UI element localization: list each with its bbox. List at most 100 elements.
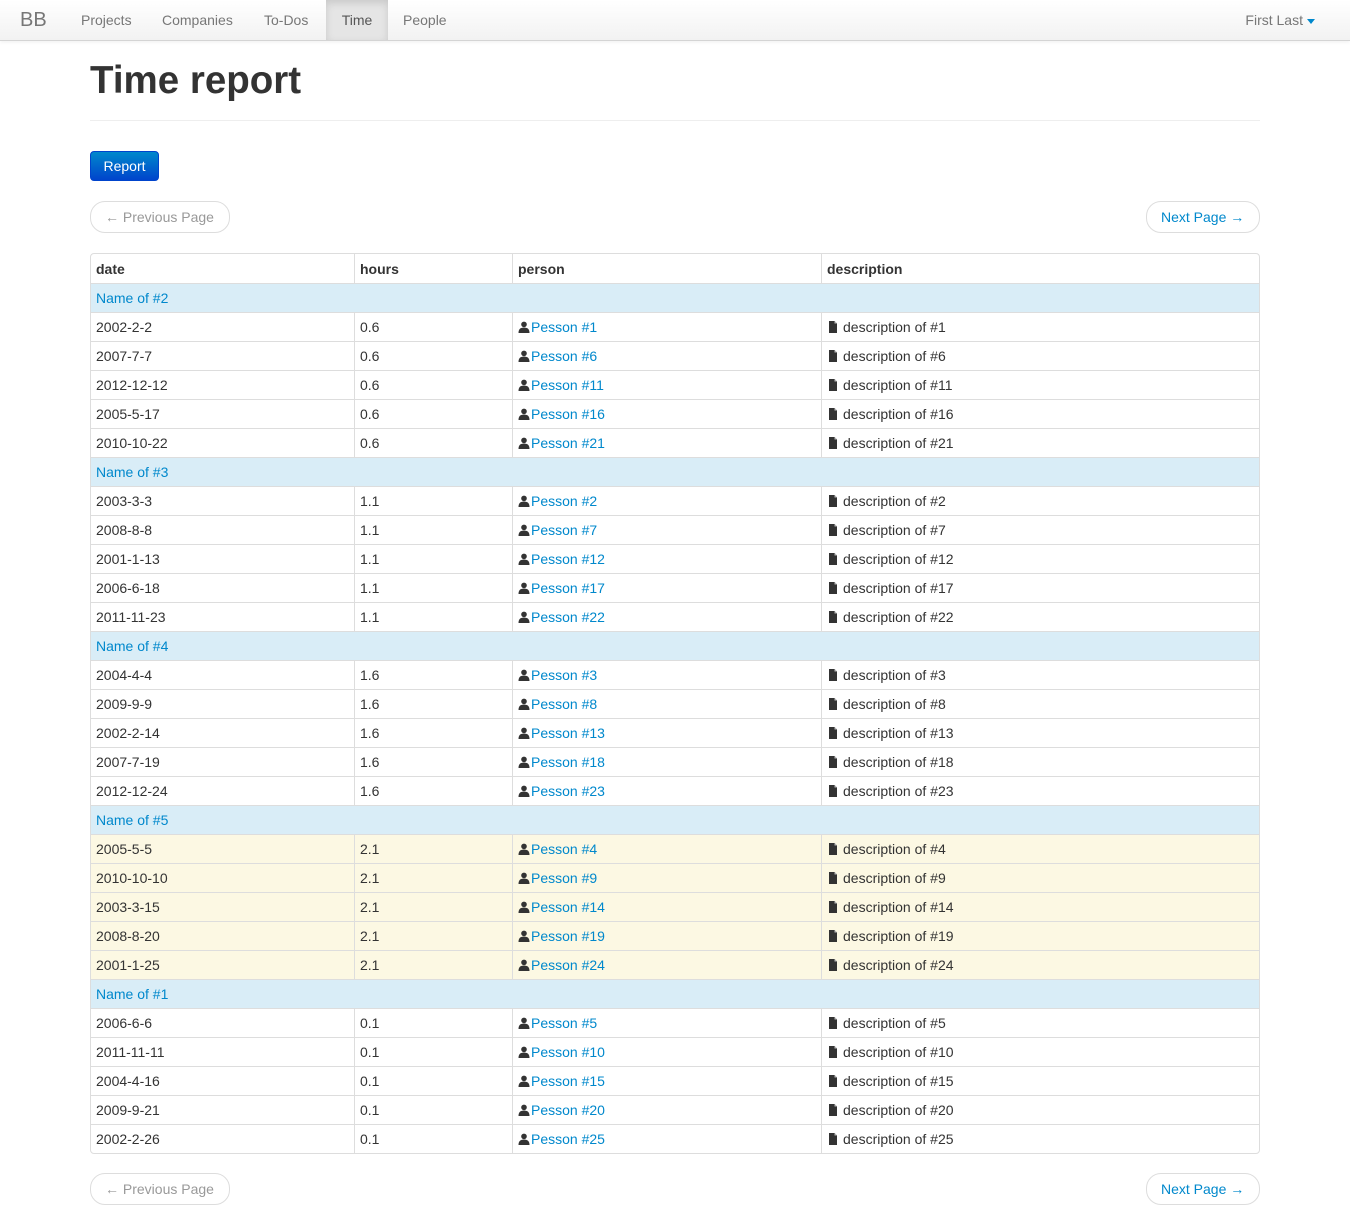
- person-link[interactable]: Pesson #20: [531, 1102, 605, 1118]
- description-text: description of #16: [843, 406, 954, 422]
- person-link[interactable]: Pesson #1: [531, 319, 597, 335]
- description-cell: description of #10: [821, 1037, 1259, 1066]
- person-link[interactable]: Pesson #3: [531, 667, 597, 683]
- person-cell: Pesson #19: [512, 921, 821, 950]
- previous-page-button-bottom[interactable]: ← Previous Page: [90, 1173, 230, 1205]
- person-link[interactable]: Pesson #24: [531, 957, 605, 973]
- date-cell: 2012-12-24: [91, 776, 354, 805]
- hours-cell: 1.6: [354, 689, 512, 718]
- person-link[interactable]: Pesson #14: [531, 899, 605, 915]
- date-cell: 2003-3-15: [91, 892, 354, 921]
- date-cell: 2002-2-26: [91, 1124, 354, 1153]
- description-cell: description of #19: [821, 921, 1259, 950]
- table-row: 2012-12-12 0.6 Pesson #11 description of #1…: [91, 370, 1259, 399]
- table-row: 2001-1-25 2.1 Pesson #24 description of #24: [91, 950, 1259, 979]
- person-link[interactable]: Pesson #17: [531, 580, 605, 596]
- description-text: description of #7: [843, 522, 946, 538]
- file-icon: [827, 666, 839, 681]
- file-icon: [827, 521, 839, 536]
- person-link[interactable]: Pesson #22: [531, 609, 605, 625]
- person-link[interactable]: Pesson #9: [531, 870, 597, 886]
- person-cell: Pesson #9: [512, 863, 821, 892]
- description-text: description of #9: [843, 870, 946, 886]
- person-link[interactable]: Pesson #5: [531, 1015, 597, 1031]
- nav-item-people[interactable]: People: [388, 0, 462, 40]
- date-cell: 2003-3-3: [91, 486, 354, 515]
- person-link[interactable]: Pesson #19: [531, 928, 605, 944]
- report-button[interactable]: Report: [90, 151, 159, 181]
- group-name-link[interactable]: Name of #5: [91, 805, 1259, 834]
- date-cell: 2005-5-5: [91, 834, 354, 863]
- person-link[interactable]: Pesson #23: [531, 783, 605, 799]
- user-icon: [518, 405, 530, 420]
- table-row: 2001-1-13 1.1 Pesson #12 description of #12: [91, 544, 1259, 573]
- description-text: description of #12: [843, 551, 954, 567]
- description-text: description of #4: [843, 841, 946, 857]
- nav-item-projects[interactable]: Projects: [66, 0, 147, 40]
- table-row: 2008-8-20 2.1 Pesson #19 description of #19: [91, 921, 1259, 950]
- hours-cell: 1.1: [354, 486, 512, 515]
- file-icon: [827, 579, 839, 594]
- group-name-link[interactable]: Name of #1: [91, 979, 1259, 1008]
- person-link[interactable]: Pesson #16: [531, 406, 605, 422]
- person-link[interactable]: Pesson #6: [531, 348, 597, 364]
- description-text: description of #24: [843, 957, 954, 973]
- person-cell: Pesson #10: [512, 1037, 821, 1066]
- person-link[interactable]: Pesson #8: [531, 696, 597, 712]
- person-link[interactable]: Pesson #18: [531, 754, 605, 770]
- date-cell: 2004-4-4: [91, 660, 354, 689]
- person-cell: Pesson #4: [512, 834, 821, 863]
- person-link[interactable]: Pesson #15: [531, 1073, 605, 1089]
- next-page-button[interactable]: Next Page →: [1146, 201, 1260, 233]
- brand-link[interactable]: BB: [20, 0, 47, 40]
- hours-cell: 1.6: [354, 747, 512, 776]
- date-cell: 2002-2-2: [91, 312, 354, 341]
- date-cell: 2006-6-6: [91, 1008, 354, 1037]
- hours-cell: 1.6: [354, 718, 512, 747]
- table-row: 2003-3-3 1.1 Pesson #2 description of #2: [91, 486, 1259, 515]
- description-cell: description of #9: [821, 863, 1259, 892]
- person-link[interactable]: Pesson #12: [531, 551, 605, 567]
- user-icon: [518, 492, 530, 507]
- description-cell: description of #20: [821, 1095, 1259, 1124]
- file-icon: [827, 695, 839, 710]
- person-link[interactable]: Pesson #7: [531, 522, 597, 538]
- date-cell: 2002-2-14: [91, 718, 354, 747]
- person-link[interactable]: Pesson #10: [531, 1044, 605, 1060]
- table-row: 2011-11-11 0.1 Pesson #10 description of #1…: [91, 1037, 1259, 1066]
- person-link[interactable]: Pesson #21: [531, 435, 605, 451]
- person-link[interactable]: Pesson #13: [531, 725, 605, 741]
- person-link[interactable]: Pesson #4: [531, 841, 597, 857]
- table-body: Name of #2 2002-2-2 0.6 Pesson #1 descriptio…: [91, 283, 1259, 1153]
- file-icon: [827, 840, 839, 855]
- group-name-link[interactable]: Name of #2: [91, 283, 1259, 312]
- next-page-button-bottom[interactable]: Next Page →: [1146, 1173, 1260, 1205]
- previous-page-button[interactable]: ← Previous Page: [90, 201, 230, 233]
- person-cell: Pesson #2: [512, 486, 821, 515]
- file-icon: [827, 550, 839, 565]
- hours-cell: 0.6: [354, 428, 512, 457]
- caret-down-icon: [1307, 18, 1315, 24]
- person-cell: Pesson #22: [512, 602, 821, 631]
- user-icon: [518, 550, 530, 565]
- person-link[interactable]: Pesson #25: [531, 1131, 605, 1147]
- group-name-link[interactable]: Name of #4: [91, 631, 1259, 660]
- person-link[interactable]: Pesson #11: [531, 377, 604, 393]
- nav-item-todos[interactable]: To-Dos: [249, 0, 323, 40]
- date-cell: 2011-11-11: [91, 1037, 354, 1066]
- description-cell: description of #5: [821, 1008, 1259, 1037]
- nav-item-time[interactable]: Time: [326, 0, 388, 40]
- date-cell: 2007-7-7: [91, 341, 354, 370]
- nav-item-companies[interactable]: Companies: [147, 0, 248, 40]
- group-name-link[interactable]: Name of #3: [91, 457, 1259, 486]
- description-text: description of #14: [843, 899, 954, 915]
- file-icon: [827, 492, 839, 507]
- person-link[interactable]: Pesson #2: [531, 493, 597, 509]
- table-row: 2009-9-21 0.1 Pesson #20 description of #20: [91, 1095, 1259, 1124]
- user-menu[interactable]: First Last: [1245, 0, 1315, 40]
- user-icon: [518, 956, 530, 971]
- description-cell: description of #3: [821, 660, 1259, 689]
- description-cell: description of #25: [821, 1124, 1259, 1153]
- person-cell: Pesson #17: [512, 573, 821, 602]
- table-row: 2011-11-23 1.1 Pesson #22 description of #2…: [91, 602, 1259, 631]
